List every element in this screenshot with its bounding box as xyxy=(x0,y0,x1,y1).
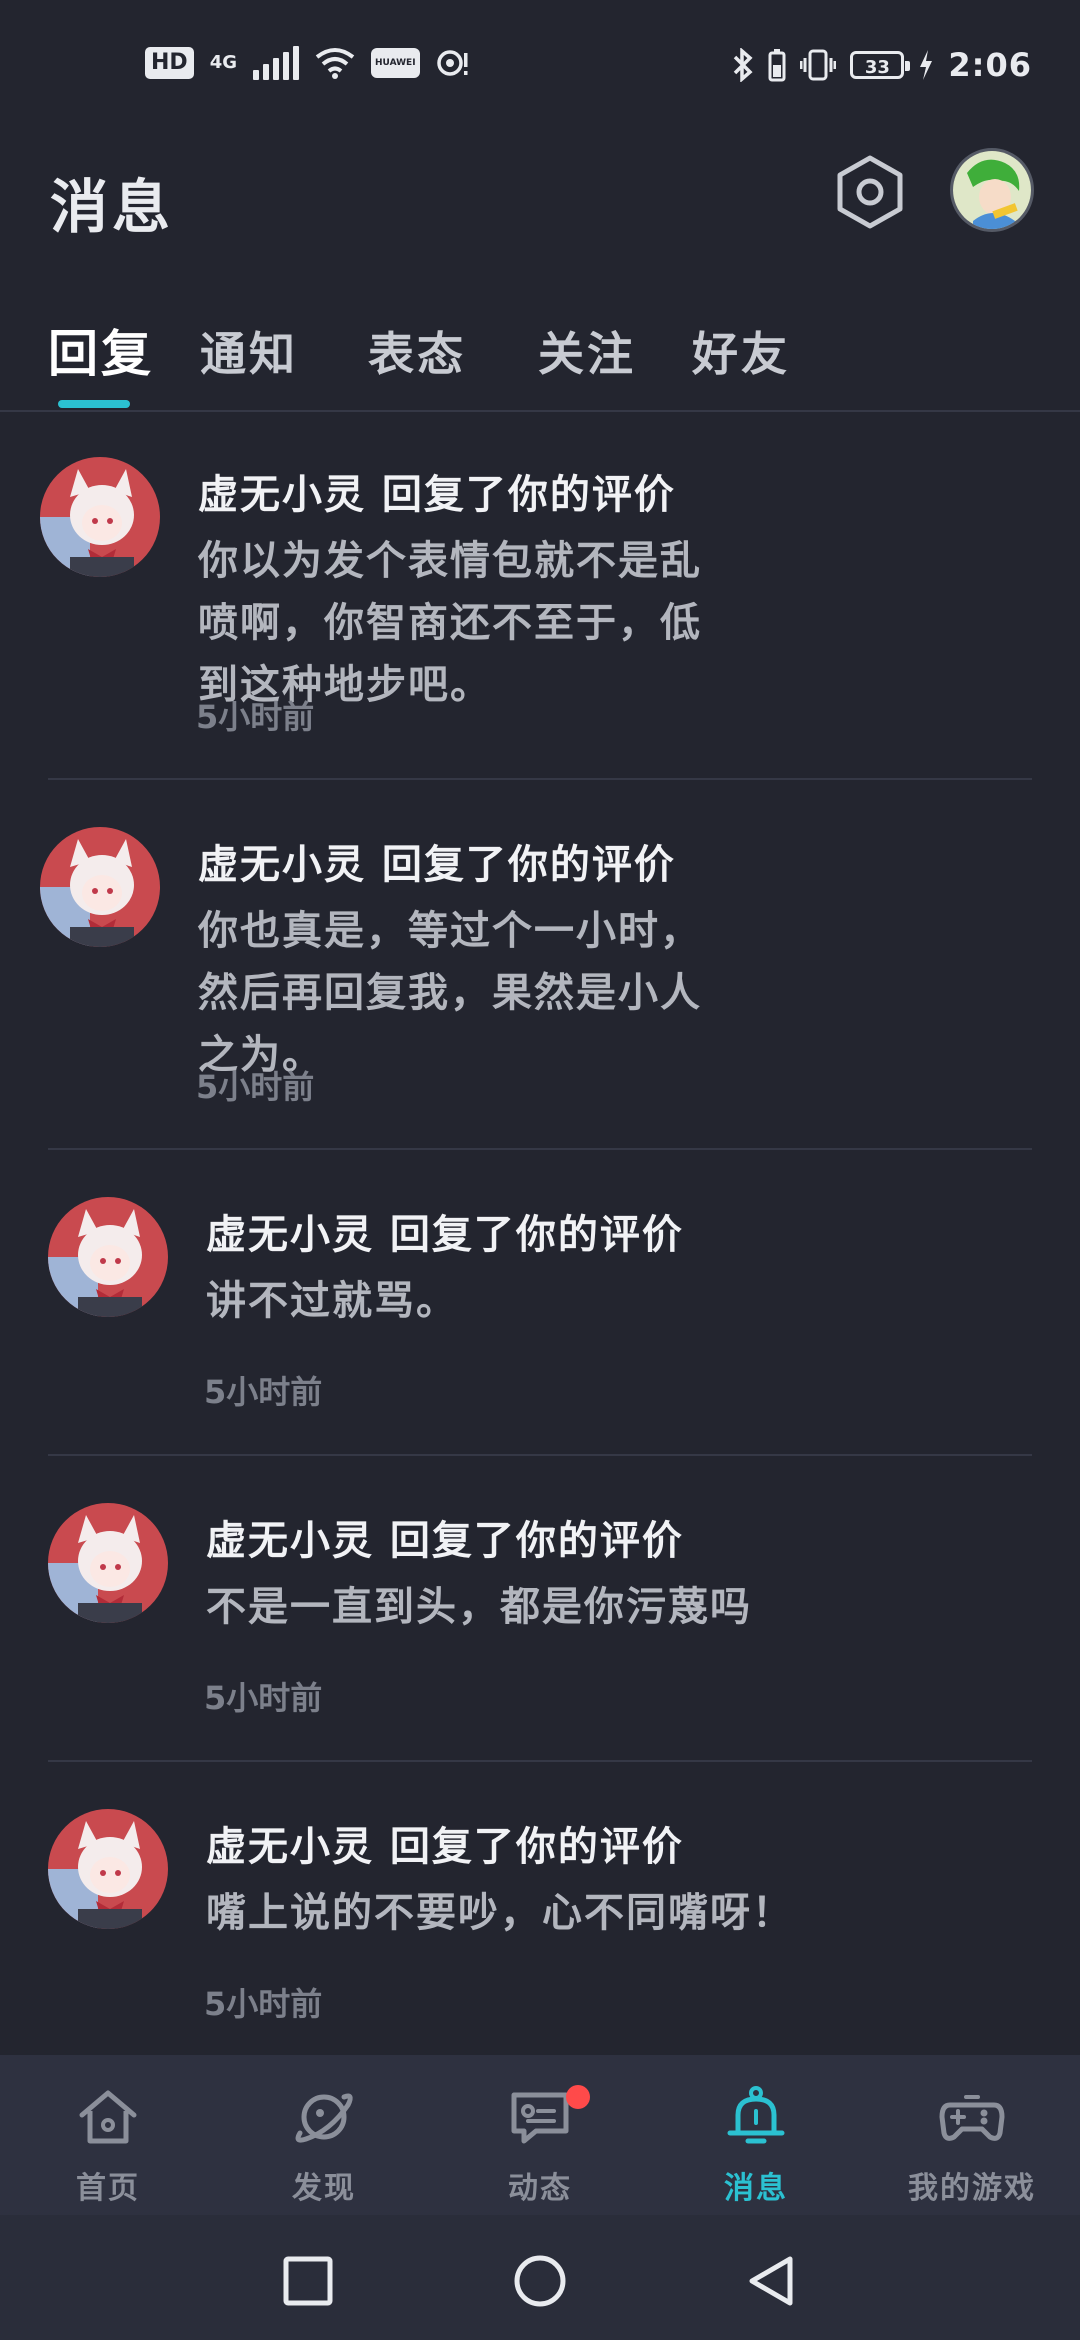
page-header: 消息 xyxy=(0,130,1080,280)
message-title: 虚无小灵 回复了你的评价 xyxy=(206,1212,684,1258)
tab-indicator xyxy=(58,400,130,408)
message-time: 5小时前 xyxy=(204,1985,323,2023)
bottom-nav: 首页 发现 动态 消息 我的游戏 xyxy=(0,2055,1080,2215)
home-circle-icon[interactable] xyxy=(512,2253,568,2309)
message-time: 5小时前 xyxy=(196,698,315,736)
message-body: 嘴上说的不要吵，心不同嘴呀！ xyxy=(206,1890,794,1936)
divider xyxy=(48,1148,1032,1150)
nfc-icon xyxy=(436,50,468,76)
planet-icon xyxy=(295,2093,353,2143)
message-body: 你也真是，等过个一小时，然后再回复我，果然是小人之为。 xyxy=(198,908,702,1078)
nav-label-discover: 发现 xyxy=(292,2171,356,2206)
user-avatar[interactable] xyxy=(48,1197,168,1317)
tab-follow[interactable]: 关注 xyxy=(538,318,636,384)
tab-notice[interactable]: 通知 xyxy=(200,318,298,384)
message-title: 虚无小灵 回复了你的评价 xyxy=(198,472,676,518)
avatar-image xyxy=(40,827,160,947)
status-bar: HD 4G HUAWEI 33 2:06 xyxy=(0,0,1080,130)
status-left: HD 4G HUAWEI xyxy=(145,46,470,80)
user-avatar[interactable] xyxy=(48,1503,168,1623)
nav-messages[interactable]: 消息 xyxy=(648,2055,864,2215)
chat-icon xyxy=(511,2092,569,2144)
avatar-image xyxy=(48,1503,168,1623)
network-type: 4G xyxy=(209,52,237,73)
message-time: 5小时前 xyxy=(204,1373,323,1411)
page-title: 消息 xyxy=(50,173,175,241)
charging-icon xyxy=(920,50,933,80)
status-right: 33 2:06 xyxy=(732,46,1032,84)
home-icon xyxy=(79,2090,137,2144)
message-body: 不是一直到头，都是你污蔑吗 xyxy=(206,1584,752,1630)
back-triangle-icon[interactable] xyxy=(744,2253,800,2309)
bell-icon xyxy=(727,2086,785,2144)
settings-icon[interactable] xyxy=(830,152,910,232)
profile-avatar-image xyxy=(953,151,1031,229)
huawei-app-icon: HUAWEI xyxy=(371,48,420,78)
wifi-icon xyxy=(315,48,355,79)
tab-friends[interactable]: 好友 xyxy=(692,318,790,384)
message-body: 你以为发个表情包就不是乱喷啊，你智商还不至于，低到这种地步吧。 xyxy=(198,538,702,708)
message-title: 虚无小灵 回复了你的评价 xyxy=(206,1518,684,1564)
message-title: 虚无小灵 回复了你的评价 xyxy=(206,1824,684,1870)
divider xyxy=(48,1760,1032,1762)
system-nav-bar xyxy=(0,2215,1080,2340)
battery-saver-icon xyxy=(768,49,786,82)
nav-label-home: 首页 xyxy=(76,2171,140,2206)
signal-icon xyxy=(253,46,299,80)
clock: 2:06 xyxy=(948,46,1032,84)
nav-discover[interactable]: 发现 xyxy=(216,2055,432,2215)
message-time: 5小时前 xyxy=(196,1068,315,1106)
divider xyxy=(48,778,1032,780)
recent-apps-icon[interactable] xyxy=(280,2253,336,2309)
vibrate-icon xyxy=(800,49,837,81)
avatar-image xyxy=(40,457,160,577)
message-time: 5小时前 xyxy=(204,1679,323,1717)
message-body: 讲不过就骂。 xyxy=(206,1278,458,1324)
message-title: 虚无小灵 回复了你的评价 xyxy=(198,842,676,888)
nav-label-messages: 消息 xyxy=(724,2171,788,2206)
avatar-image xyxy=(48,1197,168,1317)
nav-label-feed: 动态 xyxy=(508,2171,572,2206)
avatar-image xyxy=(48,1809,168,1929)
hd-badge: HD xyxy=(145,47,194,79)
tab-bar: 回复 通知 表态 关注 好友 xyxy=(0,300,1080,412)
bluetooth-icon xyxy=(734,48,753,82)
notification-badge xyxy=(566,2085,590,2109)
nav-feed[interactable]: 动态 xyxy=(432,2055,648,2215)
divider xyxy=(48,1454,1032,1456)
user-avatar[interactable] xyxy=(40,827,160,947)
nav-home[interactable]: 首页 xyxy=(0,2055,216,2215)
tab-reaction[interactable]: 表态 xyxy=(368,318,466,384)
nav-label-my-games: 我的游戏 xyxy=(908,2171,1036,2206)
battery-indicator: 33 xyxy=(850,51,911,79)
tab-reply[interactable]: 回复 xyxy=(48,314,154,386)
gamepad-icon xyxy=(939,2095,1005,2141)
nav-my-games[interactable]: 我的游戏 xyxy=(864,2055,1080,2215)
user-avatar[interactable] xyxy=(40,457,160,577)
profile-avatar[interactable] xyxy=(950,148,1034,232)
user-avatar[interactable] xyxy=(48,1809,168,1929)
